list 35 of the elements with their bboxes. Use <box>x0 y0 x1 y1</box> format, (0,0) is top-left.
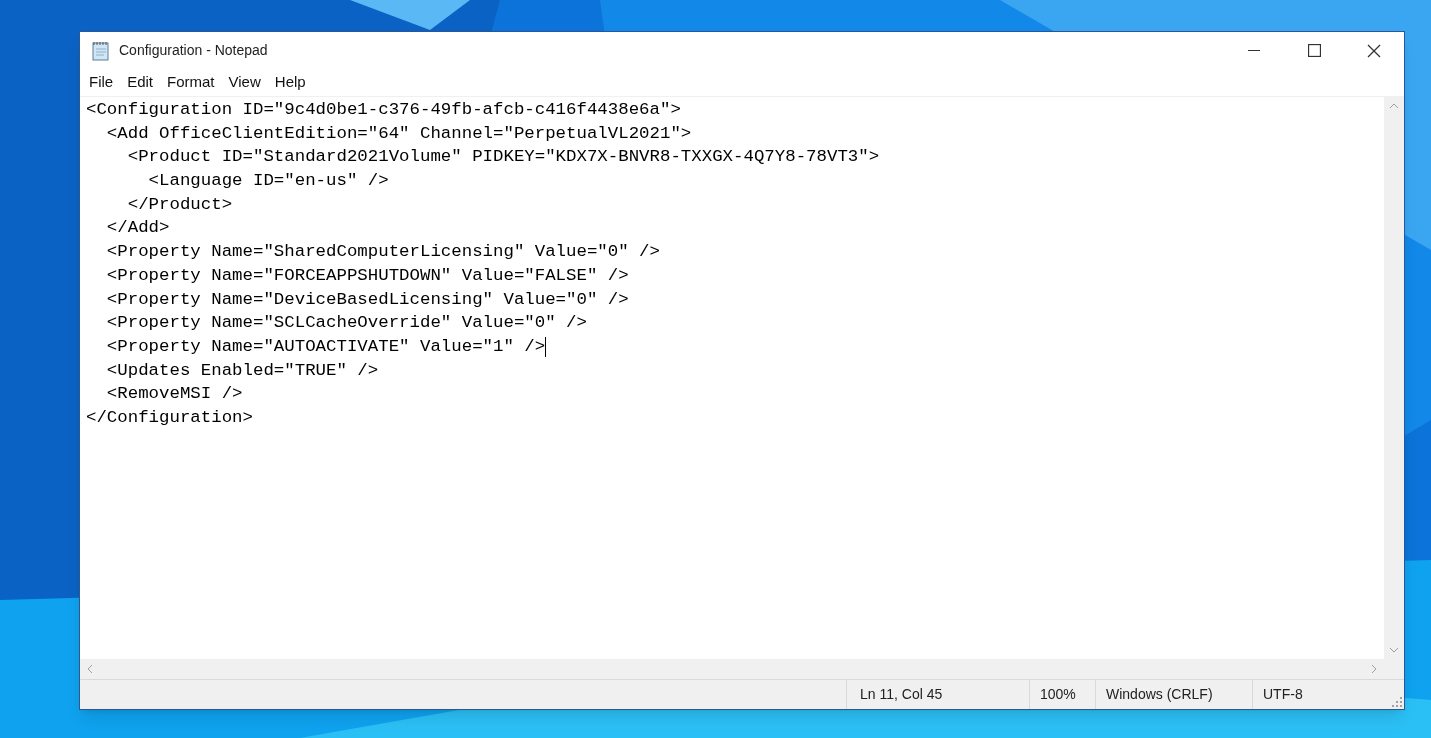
notepad-icon <box>91 40 111 61</box>
window-title: Configuration - Notepad <box>119 41 268 60</box>
zoom-level: 100% <box>1029 680 1095 709</box>
scroll-down-icon <box>1389 647 1399 653</box>
code-line: </Add> <box>105 217 170 240</box>
code-line: <Add OfficeClientEdition="64" Channel="PerpetualVL2021"> <box>105 122 692 145</box>
code-line: <Language ID="en-us" /> <box>147 170 389 193</box>
code-line: <Product ID="Standard2021Volume" PIDKEY="KDX7X-BNVR8-TXXGX-4Q7Y8-78VT3"> <box>126 146 880 169</box>
menu-item[interactable]: Help <box>267 71 313 94</box>
code-line: <Property Name="SCLCacheOverride" Value="0" /> <box>105 312 587 335</box>
code-line: <Property Name="AUTOACTIVATE" Value="1" /> <box>105 335 546 358</box>
menu-item[interactable]: Format <box>160 71 222 94</box>
scroll-up-icon <box>1389 103 1399 109</box>
code-line: <Property Name="FORCEAPPSHUTDOWN" Value="FALSE" /> <box>105 264 629 287</box>
scroll-right-icon <box>1371 664 1377 674</box>
close-icon <box>1367 43 1381 58</box>
resize-grip-icon[interactable] <box>1392 697 1402 707</box>
vertical-scrollbar[interactable] <box>1384 97 1404 659</box>
horizontal-scrollbar[interactable] <box>80 659 1384 679</box>
code-line: <Property Name="DeviceBasedLicensing" Value="0" /> <box>105 288 629 311</box>
code-line: <RemoveMSI /> <box>105 383 243 406</box>
minimize-icon <box>1248 49 1260 52</box>
code-line: <Configuration ID="9c4d0be1-c376-49fb-afcb-c416f4438e6a"> <box>86 99 681 121</box>
scroll-left-icon <box>87 664 93 674</box>
menu-item[interactable]: View <box>221 71 268 94</box>
code-line: </Product> <box>126 193 233 216</box>
menu-item[interactable]: Edit <box>120 71 161 94</box>
cursor-position: Ln 11, Col 45 <box>846 680 1029 709</box>
line-endings: Windows (CRLF) <box>1095 680 1252 709</box>
encoding: UTF-8 <box>1252 680 1392 709</box>
code-line: <Updates Enabled="TRUE" /> <box>105 359 379 382</box>
code-line: <Property Name="SharedComputerLicensing" Value="0" /> <box>105 241 660 264</box>
maximize-icon <box>1307 44 1321 57</box>
menu-item[interactable]: File <box>82 71 121 94</box>
code-line: </Configuration> <box>86 406 253 429</box>
